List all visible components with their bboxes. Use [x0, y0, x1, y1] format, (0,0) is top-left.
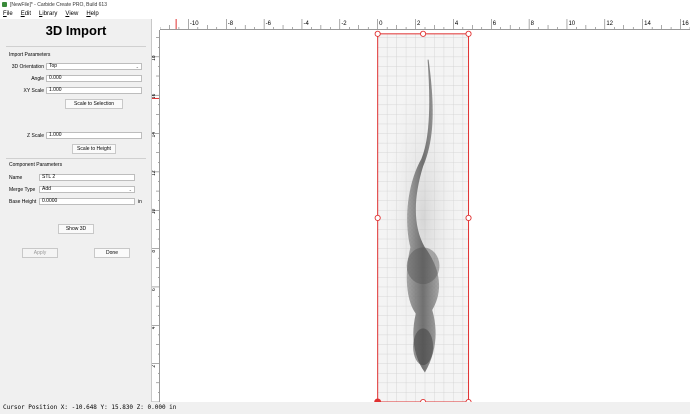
name-input[interactable]: STL 2: [39, 174, 135, 181]
scale-to-height-button[interactable]: Scale to Height: [72, 144, 116, 154]
ruler-label: -6: [266, 21, 272, 27]
angle-input[interactable]: 0.000: [46, 75, 142, 82]
ruler-label: 6: [493, 21, 497, 27]
ruler-label: 18: [152, 55, 157, 61]
ruler-label: 2: [152, 365, 157, 368]
ruler-label: -2: [341, 21, 347, 27]
ruler-label: 10: [568, 21, 575, 27]
ruler-label: 0: [379, 21, 383, 27]
carbide-create-window: [NewFile]* - Carbide Create PRO, Build 6…: [0, 0, 690, 414]
ruler-label: -10: [190, 21, 199, 27]
ruler-label: 14: [152, 132, 157, 138]
selection-handle: [374, 30, 381, 37]
design-canvas[interactable]: [160, 30, 690, 402]
orientation-select[interactable]: Top ⌄: [46, 63, 142, 70]
window-title: [NewFile]* - Carbide Create PRO, Build 6…: [10, 1, 107, 8]
menu-bar: File Edit Library View Help: [0, 9, 690, 19]
ruler-label: 4: [455, 21, 459, 27]
selection-handle: [465, 30, 472, 37]
ruler-label: 10: [152, 208, 157, 214]
menu-library[interactable]: Library: [39, 11, 57, 17]
cursor-position-readout: Cursor Position X: -10.648 Y: 15.830 Z: …: [3, 404, 177, 411]
orientation-label: 3D Orientation: [11, 64, 44, 70]
selection-handle: [420, 30, 427, 37]
z-scale-label: Z Scale: [27, 133, 44, 139]
divider: [6, 46, 146, 47]
angle-label: Angle: [31, 76, 44, 82]
name-label: Name: [9, 175, 23, 181]
panel-title: 3D Import: [45, 23, 107, 38]
ruler-label: 12: [606, 21, 613, 27]
xy-scale-input[interactable]: 1.000: [46, 87, 142, 94]
merge-type-label: Merge Type: [9, 187, 36, 193]
selection-handle: [465, 214, 472, 221]
menu-view[interactable]: View: [65, 11, 78, 17]
ruler-label: 4: [152, 326, 157, 329]
base-height-label: Base Height: [9, 199, 37, 205]
done-button[interactable]: Done: [94, 248, 130, 258]
z-scale-input[interactable]: 1.000: [46, 132, 142, 139]
ruler-label: 14: [644, 21, 651, 27]
model-body-bulge: [406, 247, 440, 285]
ruler-label: 8: [531, 21, 535, 27]
chevron-down-icon: ⌄: [135, 64, 139, 69]
menu-help[interactable]: Help: [86, 11, 98, 17]
base-height-input[interactable]: 0.0000: [39, 198, 135, 205]
horizontal-ruler: -10 -8 -6 -4 -2 0 2 4 6 8 10 12 14 16: [160, 19, 690, 30]
menu-file[interactable]: File: [3, 11, 13, 17]
ruler-label: -8: [228, 21, 234, 27]
divider: [6, 158, 146, 159]
ruler-corner: [152, 19, 160, 30]
title-bar: [NewFile]* - Carbide Create PRO, Build 6…: [0, 0, 690, 9]
component-section-heading: Component Parameters: [9, 162, 63, 168]
ruler-label: 16: [682, 21, 689, 27]
status-bar: Cursor Position X: -10.648 Y: 15.830 Z: …: [0, 402, 690, 414]
orientation-value: Top: [49, 63, 58, 69]
model-head: [413, 328, 434, 366]
xy-scale-label: XY Scale: [23, 88, 44, 94]
selection-handle: [374, 214, 381, 221]
ruler-label: -4: [303, 21, 309, 27]
show-3d-button[interactable]: Show 3D: [58, 224, 94, 234]
3d-import-panel: 3D Import Import Parameters 3D Orientati…: [0, 19, 152, 402]
chevron-down-icon: ⌄: [128, 187, 132, 192]
scale-to-selection-button[interactable]: Scale to Selection: [65, 99, 123, 109]
base-height-unit: in: [138, 199, 142, 205]
merge-type-select[interactable]: Add ⌄: [39, 186, 135, 193]
merge-type-value: Add: [42, 186, 51, 192]
ruler-label: 12: [152, 170, 157, 176]
menu-edit[interactable]: Edit: [21, 11, 31, 17]
ruler-label: 8: [152, 250, 157, 253]
apply-button[interactable]: Apply: [22, 248, 58, 258]
vertical-ruler: 181614121086420: [152, 30, 160, 402]
stl-model-preview: [377, 33, 469, 402]
app-icon: [2, 2, 7, 7]
import-section-heading: Import Parameters: [9, 52, 51, 58]
ruler-label: 2: [417, 21, 421, 27]
ruler-label: 6: [152, 288, 157, 291]
